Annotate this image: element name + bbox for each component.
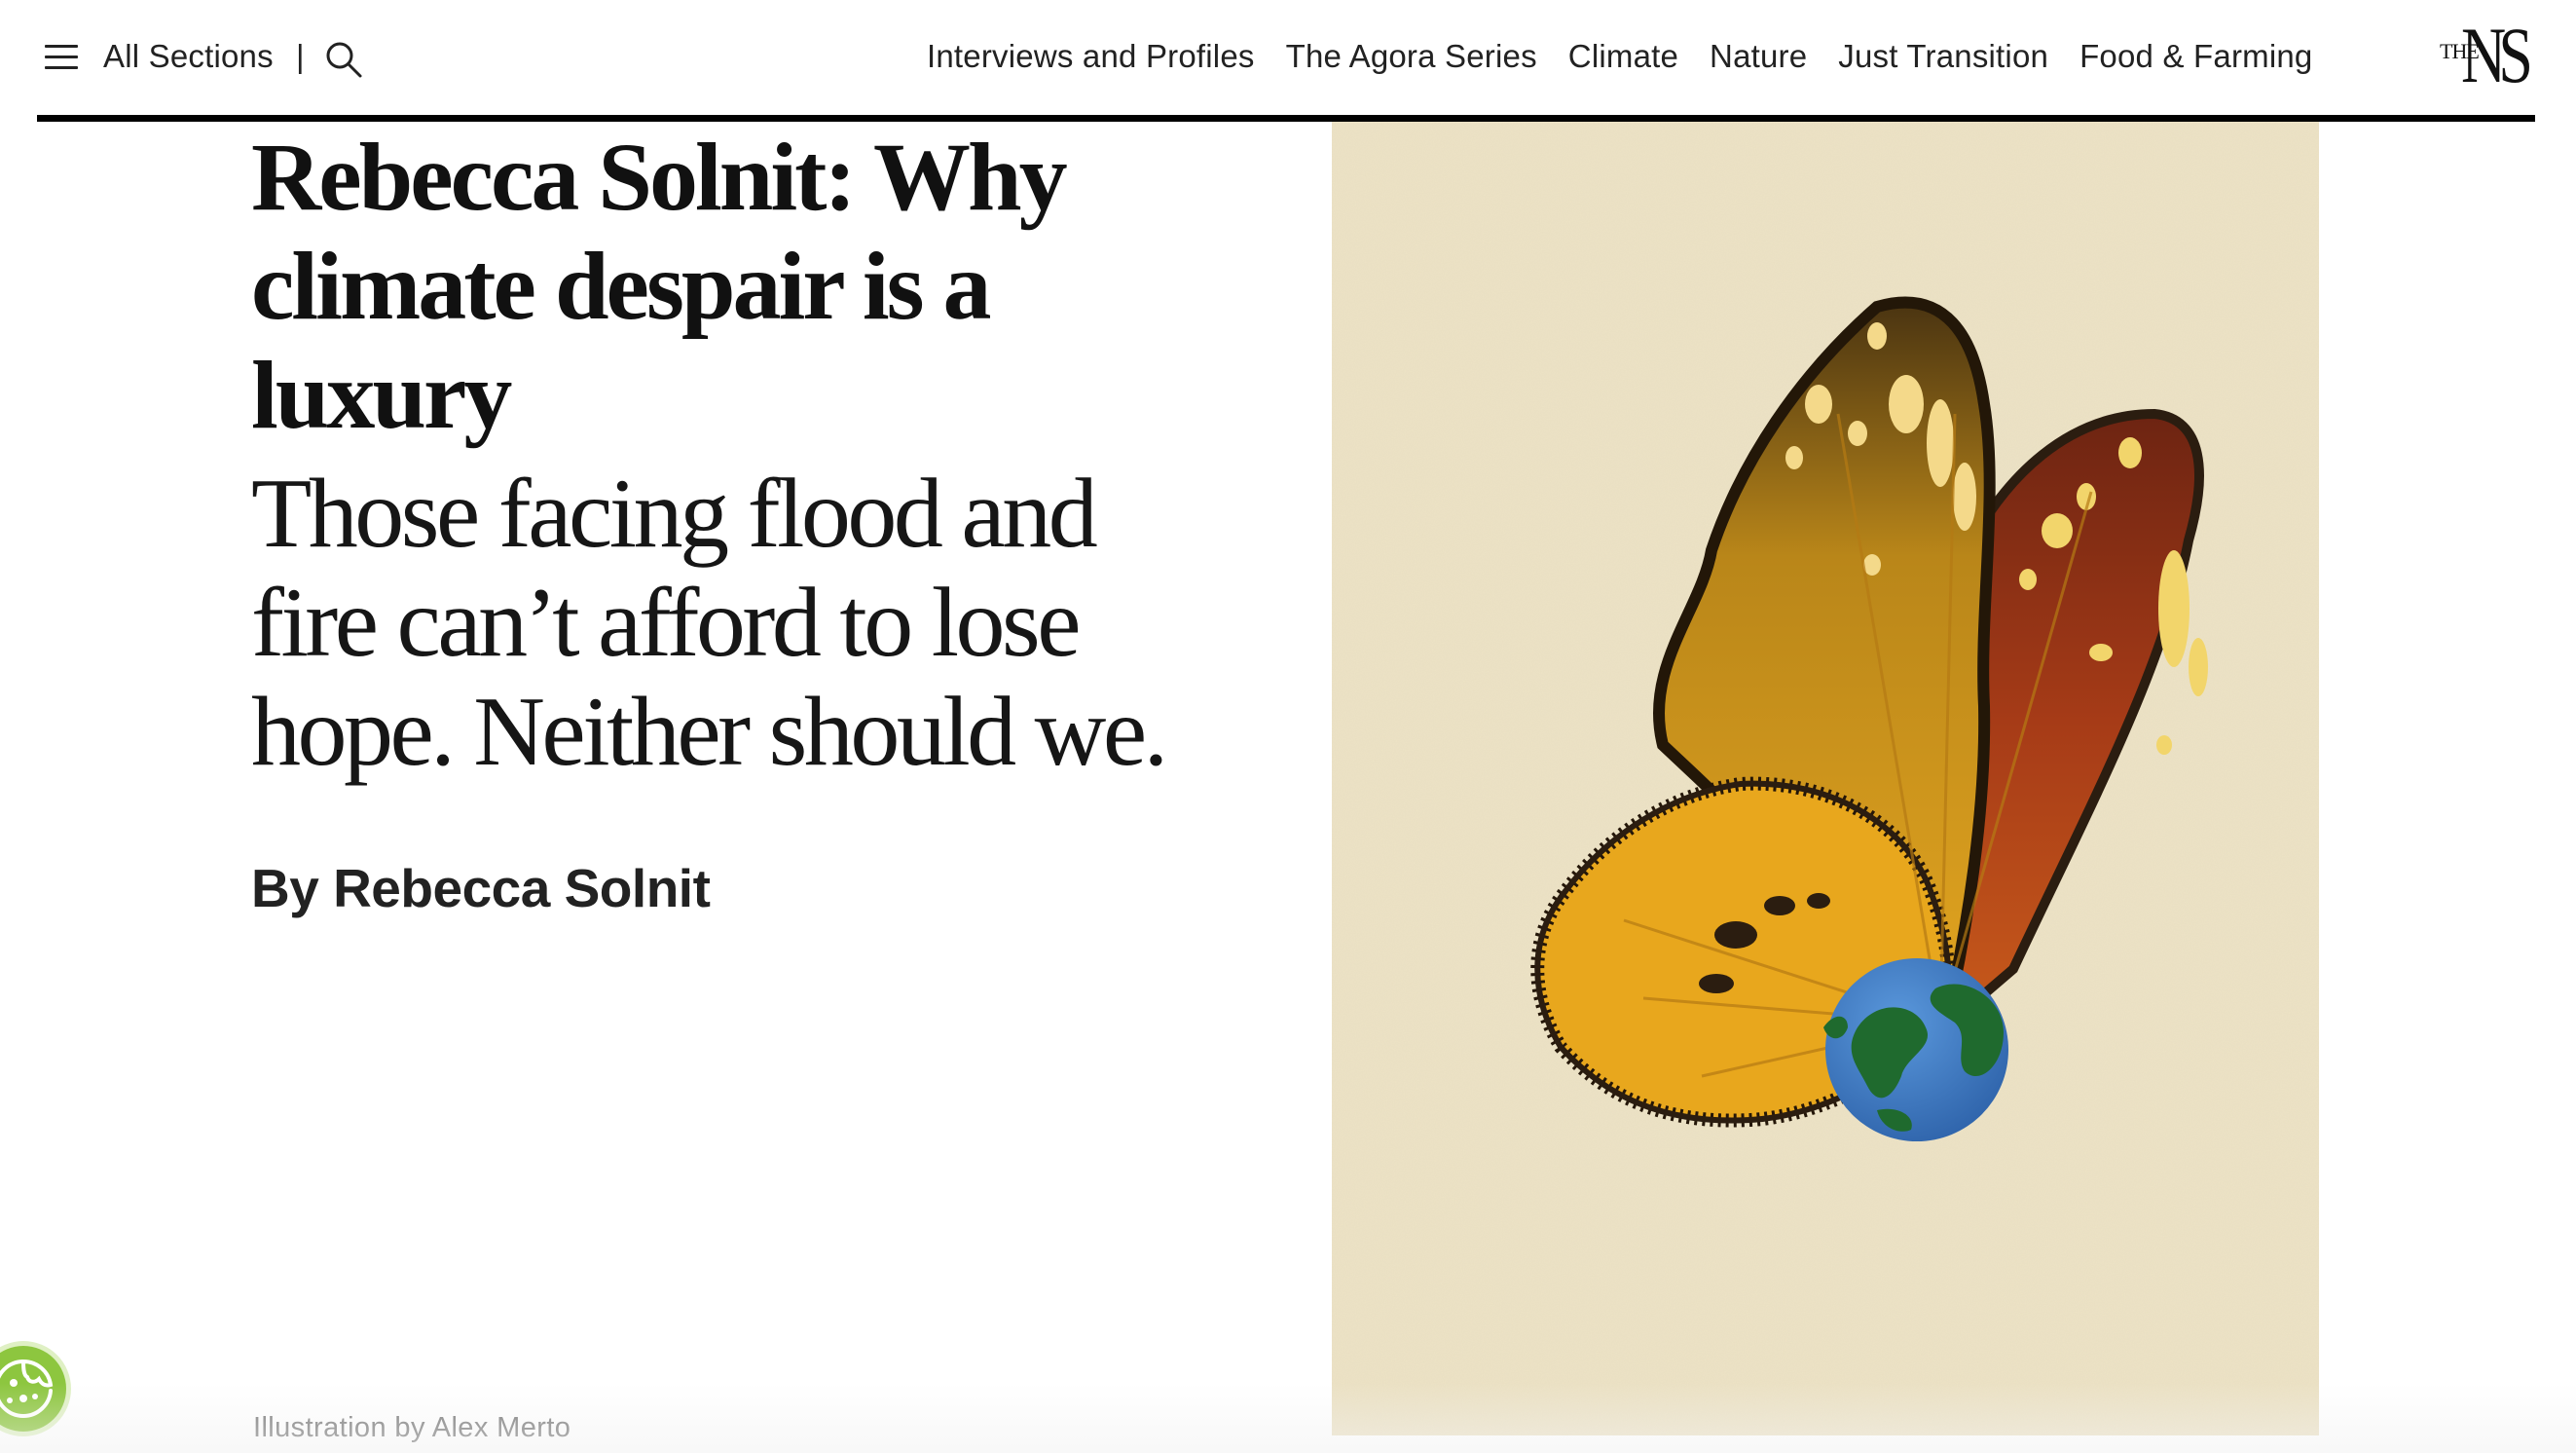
nav-item-interviews-and-profiles[interactable]: Interviews and Profiles <box>927 35 1255 78</box>
article-illustration <box>1332 122 2319 1435</box>
main-navigation: Interviews and Profiles The Agora Series… <box>927 35 2312 78</box>
nav-item-food-and-farming[interactable]: Food & Farming <box>2079 35 2312 78</box>
illustration-caption: Illustration by Alex Merto <box>253 1412 571 1443</box>
nav-separator: | <box>296 38 305 74</box>
hamburger-menu-icon[interactable] <box>45 43 78 72</box>
cookie-settings-button[interactable] <box>0 1346 66 1432</box>
nav-item-the-agora-series[interactable]: The Agora Series <box>1286 35 1537 78</box>
nav-item-nature[interactable]: Nature <box>1710 35 1807 78</box>
search-icon[interactable] <box>323 39 364 80</box>
site-header: All Sections | Interviews and Profiles T… <box>0 0 2576 115</box>
all-sections-link[interactable]: All Sections <box>103 35 274 78</box>
nav-item-just-transition[interactable]: Just Transition <box>1838 35 2048 78</box>
nav-item-climate[interactable]: Climate <box>1568 35 1678 78</box>
article-headline: Rebecca Solnit: Why climate despair is a… <box>251 123 1068 449</box>
logo-ns-text: NS <box>2461 11 2533 99</box>
site-logo[interactable]: THE NS <box>2440 12 2537 99</box>
article-standfirst: Those facing flood and fire can’t afford… <box>251 459 1168 787</box>
header-rule <box>37 115 2535 122</box>
cookie-icon <box>0 1359 54 1419</box>
article-byline[interactable]: By Rebecca Solnit <box>251 853 711 923</box>
